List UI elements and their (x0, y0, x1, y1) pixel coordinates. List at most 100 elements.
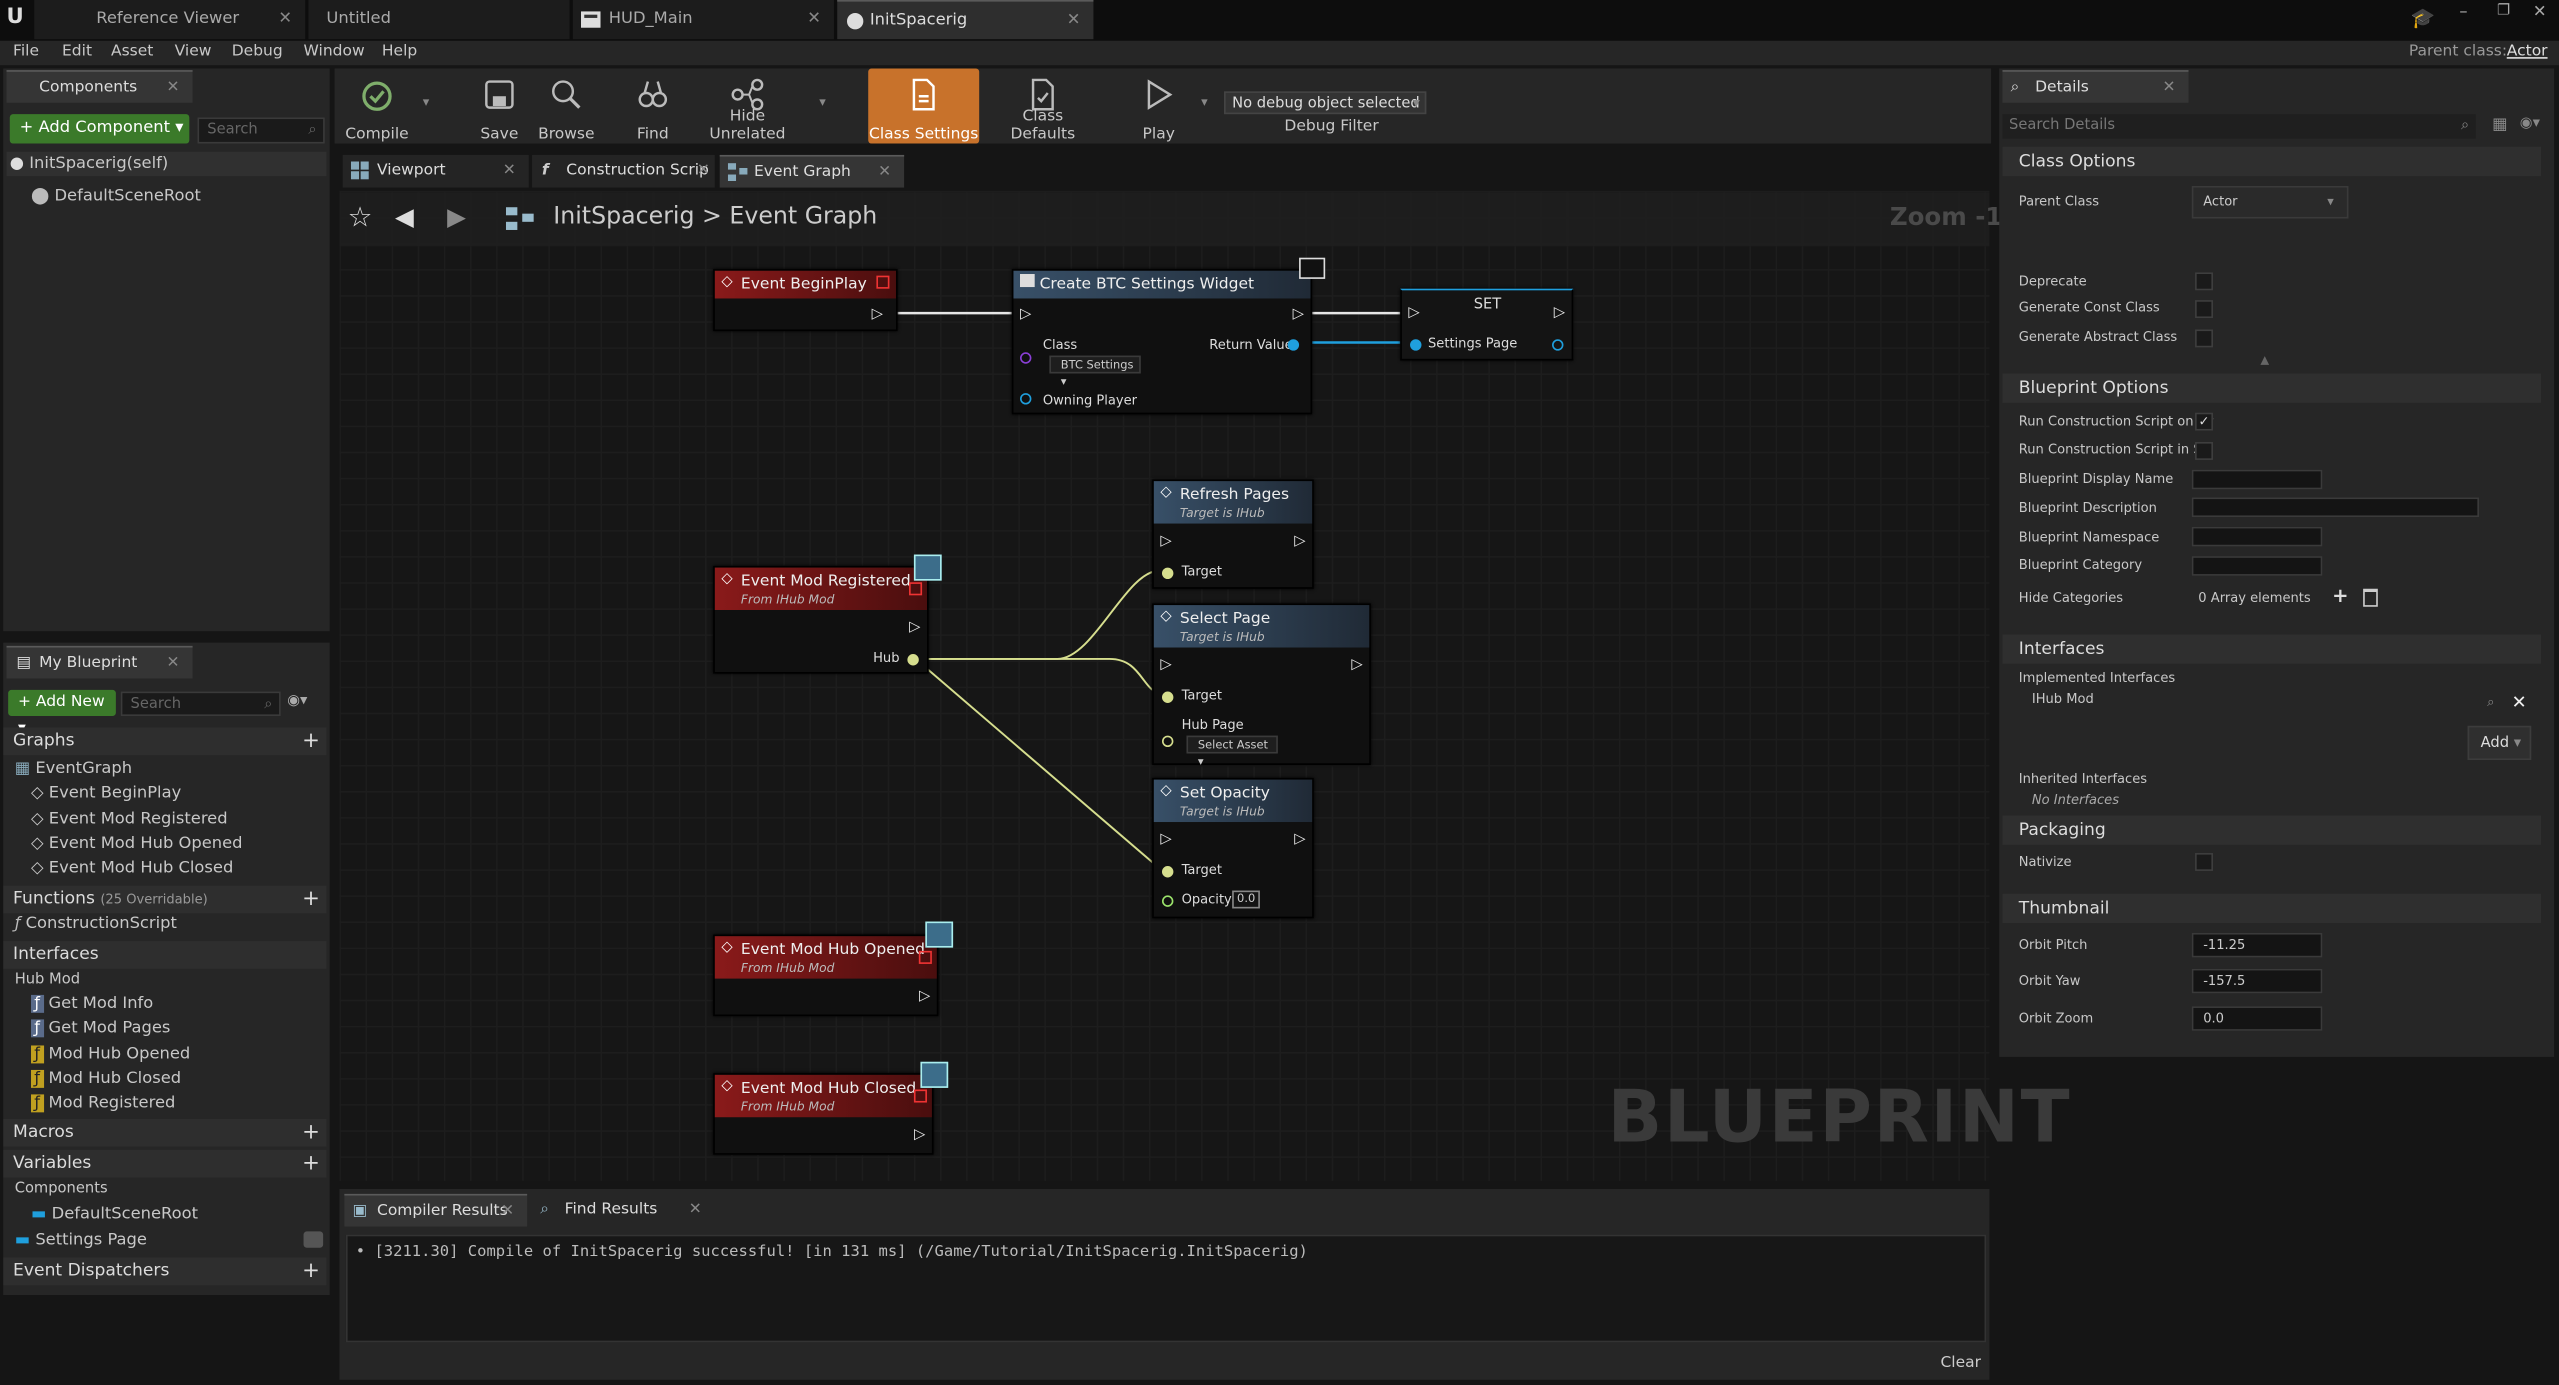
settings-page-out-pin[interactable] (1552, 339, 1564, 351)
exec-out-pin[interactable]: ▷ (1351, 657, 1362, 673)
settings-page-in-pin[interactable] (1410, 339, 1422, 351)
delegate-pin-icon[interactable] (913, 1089, 927, 1103)
orbit-pitch-input[interactable]: -11.25 (2191, 932, 2323, 958)
my-blueprint-search-input[interactable]: Search ⌕ (120, 691, 281, 717)
trash-icon[interactable] (2363, 588, 2378, 607)
interfaces-section[interactable]: Interfaces (2002, 634, 2542, 664)
class-options-section[interactable]: Class Options (2002, 146, 2542, 177)
return-value-pin[interactable] (1287, 339, 1300, 351)
orbit-yaw-input[interactable]: -157.5 (2191, 968, 2323, 994)
bp-display-name-input[interactable] (2191, 469, 2323, 490)
delegate-pin-icon[interactable] (876, 275, 890, 289)
node-event-mod-hub-closed[interactable]: ◇ Event Mod Hub Closed From IHub Mod ▷ (713, 1073, 934, 1155)
ihub-mod-entry[interactable]: IHub Mod (2032, 692, 2094, 707)
visibility-eye-icon[interactable]: ◉▾ (287, 693, 307, 709)
minimize-button[interactable]: – (2459, 3, 2467, 21)
advanced-expand-icon[interactable]: ▲ (2260, 354, 2269, 367)
graphs-section[interactable]: Graphs + (3, 727, 327, 756)
exec-in-pin[interactable]: ▷ (1160, 533, 1171, 549)
opacity-input[interactable]: 0.0 (1232, 890, 1260, 909)
details-tab[interactable]: ⌕ Details ✕ (2002, 70, 2189, 105)
graph-item-beginplay[interactable]: ◇ Event BeginPlay (31, 785, 181, 803)
delegate-pin-icon[interactable] (909, 582, 923, 596)
function-item-construction-script[interactable]: ƒ ConstructionScript (15, 915, 177, 933)
node-select-page[interactable]: ◇ Select Page Target is IHub ▷ ▷ Target … (1152, 603, 1371, 768)
node-create-widget[interactable]: Create BTC Settings Widget ▷ ▷ Class BTC… (1011, 269, 1313, 415)
interface-item-get-mod-pages[interactable]: ƒ Get Mod Pages (31, 1019, 170, 1038)
parent-class-link[interactable]: Actor (2507, 42, 2548, 60)
exec-in-pin[interactable]: ▷ (1160, 657, 1171, 673)
node-event-beginplay[interactable]: ◇ Event BeginPlay ▷ (713, 269, 898, 332)
my-blueprint-tab[interactable]: ▤ My Blueprint ✕ (6, 645, 193, 681)
event-dispatchers-section[interactable]: Event Dispatchers + (3, 1257, 327, 1286)
bp-namespace-input[interactable] (2191, 526, 2323, 547)
run-cs-drag-checkbox[interactable]: ✓ (2195, 412, 2213, 431)
variables-section[interactable]: Variables + (3, 1149, 327, 1178)
blueprint-options-section[interactable]: Blueprint Options (2002, 373, 2542, 403)
packaging-section[interactable]: Packaging (2002, 815, 2542, 845)
exec-in-pin[interactable]: ▷ (1020, 307, 1031, 323)
target-pin[interactable] (1161, 567, 1174, 580)
tab-find-results[interactable]: ⌕ Find Results ✕ (532, 1193, 715, 1227)
tab-compiler-results[interactable]: ▣ Compiler Results ✕ (344, 1193, 528, 1227)
class-select[interactable]: BTC Settings ▾ (1049, 355, 1141, 388)
variable-settings-page[interactable]: ▬ Settings Page (15, 1231, 147, 1249)
browse-interface-icon[interactable]: ⌕ (2487, 695, 2494, 711)
generate-const-checkbox[interactable] (2195, 300, 2213, 319)
graph-item-mod-registered[interactable]: ◇ Event Mod Registered (31, 811, 228, 829)
exec-out-pin[interactable]: ▷ (1293, 307, 1304, 323)
maximize-button[interactable]: ❐ (2497, 3, 2510, 19)
variables-components-category[interactable]: Components (15, 1181, 108, 1197)
exec-out-pin[interactable]: ▷ (1554, 305, 1565, 321)
add-graph-button[interactable]: + (302, 727, 320, 755)
target-pin[interactable] (1161, 691, 1174, 703)
target-pin[interactable] (1161, 866, 1174, 878)
macros-section[interactable]: Macros + (3, 1118, 327, 1147)
details-search-input[interactable]: Search Details ⌕ (2002, 114, 2476, 139)
delegate-pin-icon[interactable] (918, 950, 932, 964)
remove-interface-icon[interactable]: ✕ (2512, 692, 2527, 713)
add-element-icon[interactable]: + (2332, 584, 2348, 607)
add-function-button[interactable]: + (302, 886, 320, 914)
add-dispatcher-button[interactable]: + (302, 1258, 320, 1286)
close-icon[interactable]: ✕ (689, 1194, 702, 1227)
generate-abstract-checkbox[interactable] (2195, 329, 2213, 348)
orbit-zoom-input[interactable]: 0.0 (2191, 1006, 2323, 1031)
interface-item-mod-registered[interactable]: ƒ Mod Registered (31, 1094, 175, 1113)
node-event-mod-hub-opened[interactable]: ◇ Event Mod Hub Opened From IHub Mod ▷ (713, 934, 939, 1017)
add-new-button[interactable]: + Add New ▾ (8, 689, 116, 737)
close-icon[interactable]: ✕ (2162, 72, 2175, 105)
node-refresh-pages[interactable]: ◇ Refresh Pages Target is IHub ▷ ▷ Targe… (1152, 479, 1314, 589)
interfaces-section[interactable]: Interfaces (3, 941, 327, 969)
bp-category-input[interactable] (2191, 556, 2323, 576)
exec-out-pin[interactable]: ▷ (909, 620, 920, 636)
close-icon[interactable]: ✕ (167, 648, 180, 681)
node-event-mod-registered[interactable]: ◇ Event Mod Registered From IHub Mod ▷ H… (713, 565, 929, 674)
bp-description-input[interactable] (2191, 497, 2480, 518)
visibility-eye-icon[interactable]: ◉▾ (2520, 116, 2540, 132)
owning-player-pin[interactable] (1020, 393, 1032, 405)
exec-out-pin[interactable]: ▷ (1294, 832, 1305, 848)
hub-page-pin[interactable] (1161, 735, 1174, 747)
add-macro-button[interactable]: + (302, 1119, 320, 1147)
class-pin-icon[interactable] (1020, 352, 1032, 364)
hub-pin[interactable] (907, 654, 919, 666)
exec-out-pin[interactable]: ▷ (872, 307, 883, 323)
functions-section[interactable]: Functions (25 Overridable) + (3, 885, 327, 914)
interface-item-get-mod-info[interactable]: ƒ Get Mod Info (31, 994, 153, 1013)
nativize-checkbox[interactable] (2195, 853, 2213, 871)
add-interface-button[interactable]: Add ▾ (2467, 725, 2532, 761)
node-set-settings-page[interactable]: SET ▷ ▷ Settings Page (1400, 288, 1574, 361)
deprecate-checkbox[interactable] (2195, 272, 2213, 291)
close-window-button[interactable]: ✕ (2533, 3, 2547, 21)
graduation-cap-icon[interactable]: 🎓 (2410, 7, 2434, 30)
interface-item-mod-hub-opened[interactable]: ƒ Mod Hub Opened (31, 1045, 190, 1064)
run-cs-seq-checkbox[interactable] (2195, 442, 2213, 460)
variable-visibility-toggle[interactable] (303, 1231, 324, 1248)
thumbnail-section[interactable]: Thumbnail (2002, 893, 2542, 924)
exec-out-pin[interactable]: ▷ (914, 1127, 925, 1143)
exec-out-pin[interactable]: ▷ (919, 988, 930, 1004)
parent-class-dropdown[interactable]: Actor ▾ (2191, 185, 2349, 219)
property-matrix-icon[interactable]: ▦ (2492, 116, 2507, 134)
exec-in-pin[interactable]: ▷ (1408, 305, 1419, 321)
